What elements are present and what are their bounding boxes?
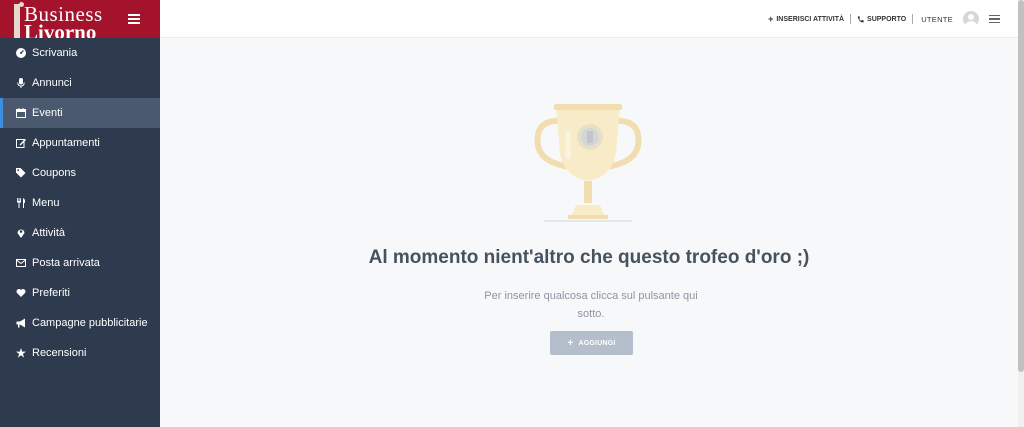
sidebar-item-attivita[interactable]: Attività xyxy=(0,218,160,248)
menu-icon[interactable] xyxy=(989,14,1000,24)
add-activity-label: INSERISCI ATTIVITÀ xyxy=(776,15,845,23)
heart-icon xyxy=(16,288,26,298)
edit-icon xyxy=(16,138,26,148)
sidebar-item-posta-arrivata[interactable]: Posta arrivata xyxy=(0,248,160,278)
plus-icon: + xyxy=(567,337,574,349)
sidebar-item-label: Recensioni xyxy=(32,347,87,359)
sidebar: Business Livorno Scrivania Annunci Event… xyxy=(0,0,160,427)
sidebar-item-label: Preferiti xyxy=(32,287,70,299)
empty-state-title: Al momento nient'altro che questo trofeo… xyxy=(368,247,810,268)
sidebar-item-label: Appuntamenti xyxy=(32,137,100,149)
sidebar-item-label: Annunci xyxy=(32,77,72,89)
map-marker-icon xyxy=(16,228,26,238)
sidebar-item-appuntamenti[interactable]: Appuntamenti xyxy=(0,128,160,158)
empty-state-description: Per inserire qualcosa clicca sul pulsant… xyxy=(484,290,698,320)
cutlery-icon xyxy=(16,198,26,208)
avatar[interactable] xyxy=(963,11,979,27)
top-navigation: + INSERISCI ATTIVITÀ SUPPORTO UTENTE xyxy=(762,0,1000,38)
add-activity-link[interactable]: + INSERISCI ATTIVITÀ xyxy=(762,14,850,24)
main-content: Al momento nient'altro che questo trofeo… xyxy=(160,39,1018,427)
top-header: + INSERISCI ATTIVITÀ SUPPORTO UTENTE xyxy=(160,0,1018,38)
star-icon xyxy=(16,348,26,358)
page-scrollbar[interactable] xyxy=(1018,0,1024,427)
sidebar-item-menu[interactable]: Menu xyxy=(0,188,160,218)
sidebar-toggle-icon[interactable] xyxy=(128,14,140,24)
calendar-icon xyxy=(16,108,26,118)
sidebar-menu: Scrivania Annunci Eventi Appuntamenti Co… xyxy=(0,38,160,368)
microphone-icon xyxy=(16,78,26,88)
trophy-icon xyxy=(534,104,642,222)
support-label: SUPPORTO xyxy=(867,15,907,23)
envelope-icon xyxy=(16,258,26,268)
scrollbar-thumb[interactable] xyxy=(1018,0,1024,372)
sidebar-item-eventi[interactable]: Eventi xyxy=(0,98,160,128)
tachometer-icon xyxy=(16,48,26,58)
add-button[interactable]: + AGGIUNGI xyxy=(550,331,633,355)
sidebar-item-label: Attività xyxy=(32,227,66,239)
bullhorn-icon xyxy=(16,318,26,328)
sidebar-item-campagne-pubblicitarie[interactable]: Campagne pubblicitarie xyxy=(0,308,160,338)
sidebar-item-label: Scrivania xyxy=(32,47,78,59)
sidebar-item-scrivania[interactable]: Scrivania xyxy=(0,38,160,68)
sidebar-item-label: Posta arrivata xyxy=(32,257,100,269)
logo-mark xyxy=(14,4,20,38)
sidebar-item-label: Menu xyxy=(32,197,60,209)
add-button-label: AGGIUNGI xyxy=(578,339,616,347)
phone-icon xyxy=(857,15,864,23)
plus-icon: + xyxy=(768,14,774,24)
sidebar-item-recensioni[interactable]: Recensioni xyxy=(0,338,160,368)
sidebar-item-coupons[interactable]: Coupons xyxy=(0,158,160,188)
support-link[interactable]: SUPPORTO xyxy=(851,16,912,23)
sidebar-item-label: Coupons xyxy=(32,167,77,179)
sidebar-item-label: Eventi xyxy=(32,107,63,119)
user-name[interactable]: UTENTE xyxy=(913,15,961,24)
brand-name-line2: Livorno xyxy=(24,20,97,38)
sidebar-item-label: Campagne pubblicitarie xyxy=(32,317,148,329)
tags-icon xyxy=(16,168,26,178)
sidebar-item-annunci[interactable]: Annunci xyxy=(0,68,160,98)
sidebar-item-preferiti[interactable]: Preferiti xyxy=(0,278,160,308)
brand-logo[interactable]: Business Livorno xyxy=(0,0,160,38)
